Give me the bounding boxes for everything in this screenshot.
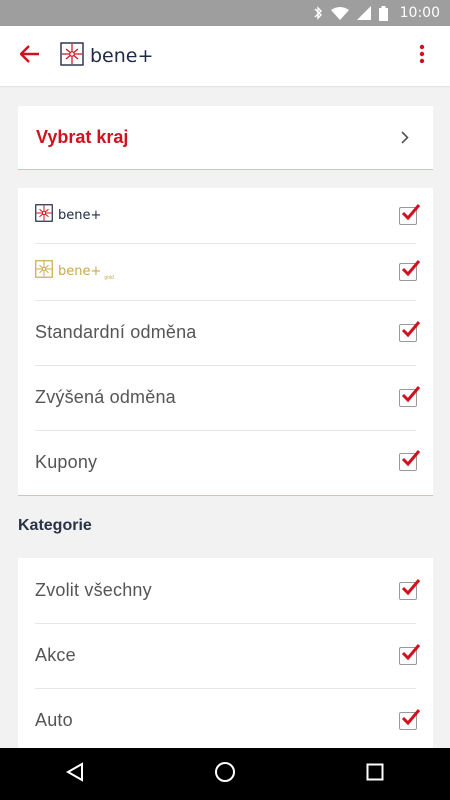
- recents-square-icon: [366, 763, 384, 786]
- bene-plus-gold-sublabel: gold: [104, 274, 114, 281]
- bene-logo-icon: [60, 41, 84, 71]
- category-label: Auto: [35, 710, 73, 730]
- filter-label: Zvýšená odměna: [35, 387, 176, 407]
- more-options-button[interactable]: [406, 40, 438, 72]
- status-bar: 10:00: [0, 0, 450, 26]
- filters-card: bene+ bene+ gold Standardní odměna Zvýše…: [18, 188, 433, 496]
- bene-logo-icon: [35, 204, 53, 227]
- bene-plus-logo-text: bene+: [58, 208, 102, 223]
- bene-plus-logo: bene+: [35, 204, 399, 227]
- filter-row-bene-plus-gold[interactable]: bene+ gold: [18, 243, 433, 300]
- bene-plus-gold-logo-text: bene+: [58, 264, 102, 279]
- back-button[interactable]: [0, 26, 60, 86]
- filter-row-bene-plus[interactable]: bene+: [18, 188, 433, 243]
- app-title: bene+: [90, 45, 154, 67]
- checkbox-akce[interactable]: [399, 643, 421, 665]
- wifi-icon: [330, 6, 349, 20]
- nav-recents-button[interactable]: [345, 748, 405, 800]
- checkbox-coupons[interactable]: [399, 450, 421, 471]
- checkbox-select-all[interactable]: [399, 578, 421, 600]
- nav-home-button[interactable]: [195, 748, 255, 800]
- categories-card: Zvolit všechny Akce Auto: [18, 558, 433, 758]
- filter-row-standard-reward[interactable]: Standardní odměna: [18, 300, 433, 365]
- checkbox-bene-plus-gold[interactable]: [399, 259, 421, 281]
- nav-back-button[interactable]: [45, 748, 105, 800]
- checkbox-standard-reward[interactable]: [399, 320, 421, 342]
- region-card: Vybrat kraj: [18, 106, 433, 170]
- select-region-button[interactable]: Vybrat kraj: [18, 106, 433, 168]
- more-vert-icon: [419, 44, 425, 69]
- home-circle-icon: [214, 761, 236, 788]
- filter-label: Kupony: [35, 451, 98, 472]
- signal-icon: [356, 6, 371, 20]
- bene-plus-gold-logo: bene+ gold: [35, 260, 399, 283]
- arrow-left-icon: [19, 44, 40, 68]
- region-label: Vybrat kraj: [36, 126, 129, 147]
- filter-row-increased-reward[interactable]: Zvýšená odměna: [18, 365, 433, 430]
- bene-gold-logo-icon: [35, 260, 53, 283]
- filter-row-coupons[interactable]: Kupony: [18, 430, 433, 494]
- category-label: Zvolit všechny: [35, 580, 152, 600]
- chevron-right-icon: [395, 127, 415, 147]
- back-triangle-icon: [65, 761, 84, 787]
- category-row-auto[interactable]: Auto: [18, 688, 433, 753]
- category-row-select-all[interactable]: Zvolit všechny: [18, 558, 433, 623]
- category-label: Akce: [35, 645, 76, 665]
- status-time: 10:00: [399, 5, 440, 21]
- battery-icon: [378, 5, 388, 21]
- checkbox-increased-reward[interactable]: [399, 385, 421, 407]
- bluetooth-icon: [313, 6, 323, 20]
- category-row-akce[interactable]: Akce: [18, 623, 433, 688]
- filter-label: Standardní odměna: [35, 322, 197, 342]
- checkbox-bene-plus[interactable]: [399, 203, 421, 225]
- app-logo: bene+: [60, 41, 154, 71]
- categories-section-title: Kategorie: [18, 517, 92, 534]
- checkbox-auto[interactable]: [399, 708, 421, 730]
- system-nav-bar: [0, 748, 450, 800]
- app-bar: bene+: [0, 26, 450, 86]
